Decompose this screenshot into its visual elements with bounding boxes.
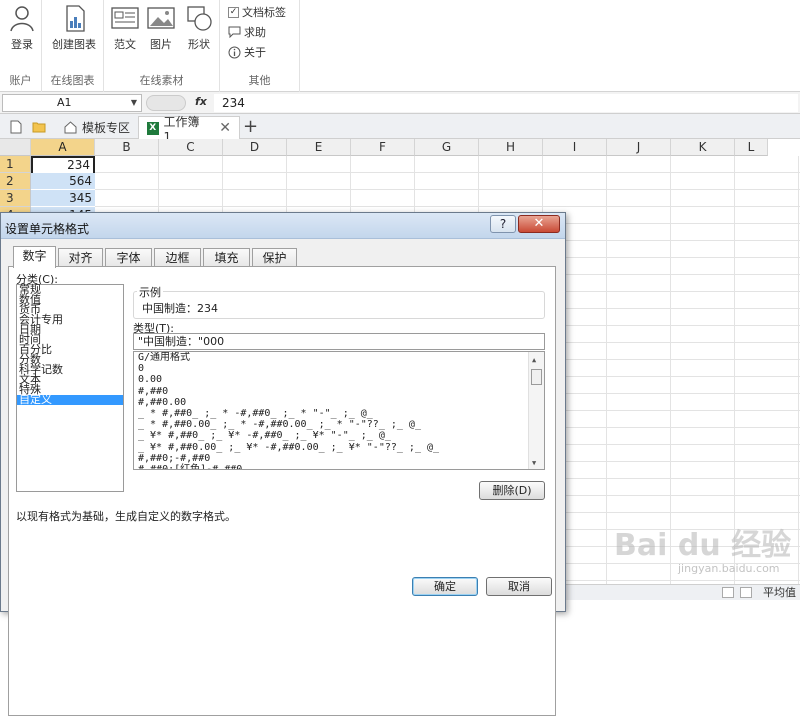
cell-a1[interactable]: 234 (31, 156, 95, 173)
category-item[interactable]: 自定义 (17, 394, 123, 405)
format-item[interactable]: 0.00 (134, 374, 544, 385)
chevron-down-icon[interactable]: ▼ (131, 95, 137, 111)
sample-label: 示例 (137, 284, 163, 300)
column-header-a[interactable]: A (31, 139, 95, 156)
name-box[interactable]: A1 ▼ (2, 94, 142, 112)
home-icon (64, 121, 77, 134)
formula-bar: A1 ▼ fx 234 (0, 92, 800, 114)
speech-bubble-icon (228, 26, 241, 38)
excel-file-icon: X (147, 121, 159, 135)
column-header-b[interactable]: B (95, 139, 159, 156)
type-input[interactable]: "中国制造："000 (133, 333, 545, 350)
add-tab-icon[interactable]: + (243, 116, 258, 137)
cell-a3[interactable]: 345 (31, 190, 95, 207)
column-header-c[interactable]: C (159, 139, 223, 156)
shape-button[interactable]: 形状 (182, 4, 216, 52)
template-icon (111, 7, 139, 29)
sample-value: 中国制造：234 (142, 302, 218, 315)
image-icon (147, 7, 175, 29)
ribbon-group-other: ✓ 文档标签 求助 关于 其他 (220, 0, 300, 92)
template-button[interactable]: 范文 (108, 4, 142, 52)
format-item[interactable]: _ * #,##0_ ;_ * -#,##0_ ;_ * "-"_ ;_ @_ (134, 408, 544, 419)
format-list-scrollbar[interactable]: ▲ ▼ (528, 352, 544, 469)
tab-template-zone[interactable]: 模板专区 (56, 116, 138, 139)
new-document-icon[interactable] (9, 120, 23, 134)
tab-font[interactable]: 字体 (105, 248, 152, 267)
row-header-3[interactable]: 3 (0, 190, 31, 207)
column-header-h[interactable]: H (479, 139, 543, 156)
folder-icon[interactable] (32, 120, 46, 134)
column-header-k[interactable]: K (671, 139, 735, 156)
column-header-i[interactable]: I (543, 139, 607, 156)
format-item[interactable]: #,##0.00 (134, 397, 544, 408)
select-all-corner[interactable] (0, 139, 31, 156)
format-item[interactable]: _ ¥* #,##0_ ;_ ¥* -#,##0_ ;_ ¥* "-"_ ;_ … (134, 430, 544, 441)
cell-a2[interactable]: 564 (31, 173, 95, 190)
formula-input[interactable]: 234 (214, 94, 798, 112)
tab-number[interactable]: 数字 (13, 246, 56, 268)
category-list[interactable]: 常规 数值 货币 会计专用 日期 时间 百分比 分数 科学记数 文本 特殊 自定义 (16, 284, 124, 492)
create-chart-button[interactable]: 创建图表 (50, 4, 98, 52)
document-tab-bar: 模板专区 X 工作簿1 ✕ + (0, 114, 800, 144)
fx-icon[interactable]: fx (195, 95, 207, 108)
info-icon (228, 46, 241, 58)
dialog-titlebar[interactable]: 设置单元格格式 ? ✕ (1, 213, 565, 239)
format-item[interactable]: _ * #,##0.00_ ;_ * -#,##0.00_ ;_ * "-"??… (134, 419, 544, 430)
dialog-title: 设置单元格格式 (5, 222, 90, 236)
ribbon: 登录 账户 创建图表 在线图表 范文 图片 形状 在线素材 ✓ 文档标签 求助 … (0, 0, 800, 92)
column-header-j[interactable]: J (607, 139, 671, 156)
ribbon-group-online-chart: 创建图表 在线图表 (42, 0, 104, 92)
formula-controls[interactable] (146, 95, 186, 111)
login-button[interactable]: 登录 (6, 4, 38, 52)
row-header-1[interactable]: 1 (0, 156, 31, 173)
help-request-button[interactable]: 求助 (228, 24, 266, 40)
user-icon (10, 6, 34, 32)
chart-document-icon (66, 5, 85, 32)
about-button[interactable]: 关于 (228, 44, 266, 60)
watermark-logo: Bai du 经验 (614, 528, 792, 563)
column-header-g[interactable]: G (415, 139, 479, 156)
help-icon[interactable]: ? (490, 215, 516, 233)
format-item[interactable]: G/通用格式 (134, 352, 544, 363)
image-button[interactable]: 图片 (144, 4, 178, 52)
format-list[interactable]: G/通用格式 0 0.00 #,##0 #,##0.00 _ * #,##0_ ;_ * … (133, 351, 545, 470)
tab-protection[interactable]: 保护 (252, 248, 297, 267)
delete-button[interactable]: 删除(D) (479, 481, 545, 500)
close-icon[interactable]: ✕ (219, 120, 231, 136)
watermark-url: jingyan.baidu.com (678, 562, 780, 575)
column-header-f[interactable]: F (351, 139, 415, 156)
doc-tag-toggle[interactable]: ✓ 文档标签 (228, 4, 286, 20)
scroll-up-icon[interactable]: ▲ (532, 355, 536, 366)
column-header-d[interactable]: D (223, 139, 287, 156)
checkbox-checked-icon: ✓ (228, 6, 239, 18)
column-header-l[interactable]: L (735, 139, 768, 156)
format-item[interactable]: 0 (134, 363, 544, 374)
sample-box: 中国制造：234 (133, 291, 545, 319)
scroll-right-icon[interactable] (740, 587, 752, 598)
format-description: 以现有格式为基础，生成自定义的数字格式。 (16, 510, 236, 523)
scroll-thumb[interactable] (531, 369, 542, 385)
tab-alignment[interactable]: 对齐 (58, 248, 103, 267)
ribbon-group-online-material: 范文 图片 形状 在线素材 (104, 0, 220, 92)
ribbon-group-account: 登录 账户 (0, 0, 42, 92)
tab-fill[interactable]: 填充 (203, 248, 250, 267)
scroll-left-icon[interactable] (722, 587, 734, 598)
status-average: 平均值 (763, 586, 796, 599)
format-item[interactable]: _ ¥* #,##0.00_ ;_ ¥* -#,##0.00_ ;_ ¥* "-… (134, 442, 544, 453)
format-item[interactable]: #,##0;[红色]-#,##0 (134, 464, 544, 469)
row-header-2[interactable]: 2 (0, 173, 31, 190)
close-icon[interactable]: ✕ (518, 215, 560, 233)
scroll-down-icon[interactable]: ▼ (532, 458, 536, 469)
tab-border[interactable]: 边框 (154, 248, 201, 267)
format-item[interactable]: #,##0;-#,##0 (134, 453, 544, 464)
column-header-e[interactable]: E (287, 139, 351, 156)
ok-button[interactable]: 确定 (412, 577, 478, 596)
tab-workbook[interactable]: X 工作簿1 ✕ (138, 115, 240, 144)
shape-icon (187, 6, 212, 31)
format-item[interactable]: #,##0 (134, 386, 544, 397)
cancel-button[interactable]: 取消 (486, 577, 552, 596)
